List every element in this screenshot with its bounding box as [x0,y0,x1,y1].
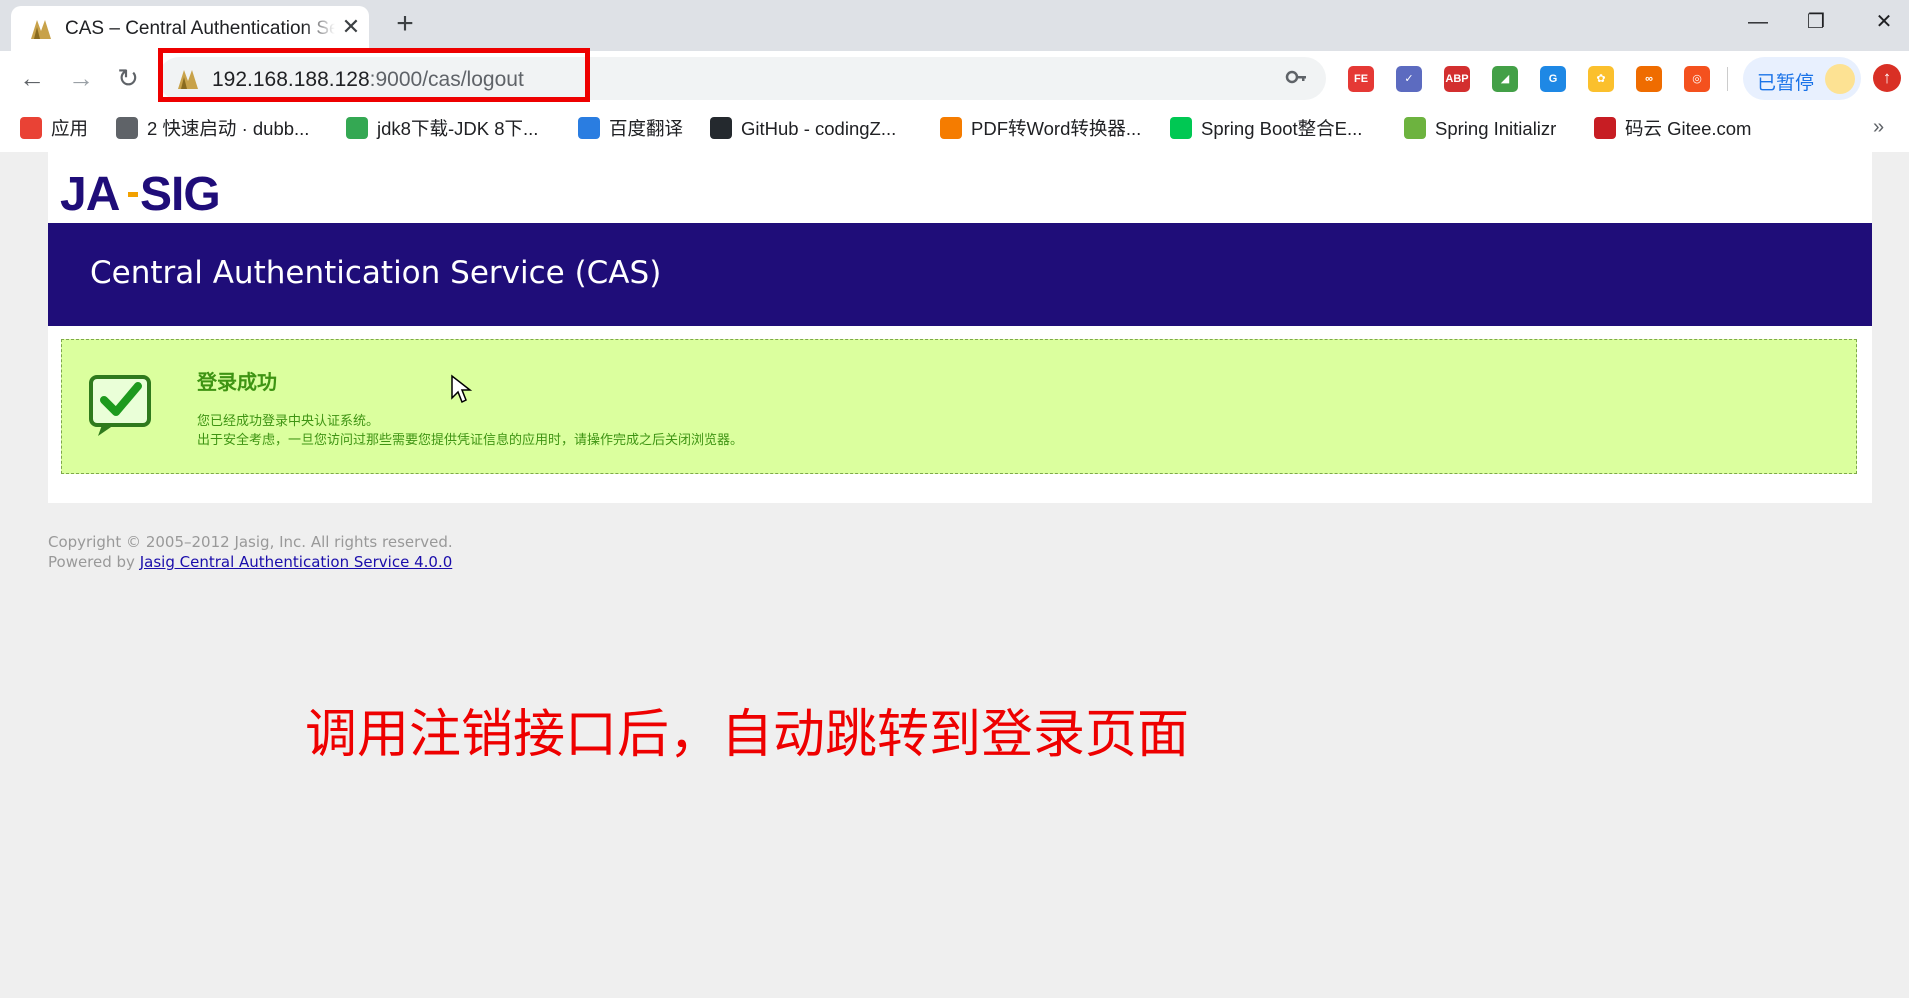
apps-grid-icon [20,117,42,139]
bookmark-item[interactable]: GitHub - codingZ... [710,116,896,142]
page-viewport: JA SIG Central Authentication Service (C… [0,152,1909,998]
bookmark-item[interactable]: 2 快速启动 · dubb... [116,116,309,142]
browser-tab[interactable]: CAS – Central Authentication Service ✕ [11,6,369,51]
tab-close-icon[interactable]: ✕ [338,14,364,40]
update-menu-icon[interactable]: ↑ [1873,64,1901,92]
cas-banner: Central Authentication Service (CAS) [48,223,1872,326]
page-footer: Copyright © 2005–2012 Jasig, Inc. All ri… [48,532,453,572]
bookmark-item[interactable]: Spring Boot整合E... [1170,116,1362,142]
bookmarks-bar: 应用 2 快速启动 · dubb... jdk8下载-JDK 8下... 百度翻译 Gi… [0,106,1909,152]
github-icon [710,117,732,139]
bookmark-item[interactable]: Spring Initializr [1404,116,1556,142]
bookmark-item[interactable]: PDF转Word转换器... [940,116,1141,142]
bookmarks-overflow-icon[interactable]: » [1873,116,1884,139]
minimize-button[interactable]: — [1738,6,1778,38]
bookmark-label: 百度翻译 [609,118,684,139]
translate-bookmark-icon [578,117,600,139]
photos-icon[interactable]: ✿ [1588,66,1614,92]
reload-button[interactable]: ↻ [112,63,144,95]
success-title: 登录成功 [197,372,277,394]
bookmark-label: Spring Initializr [1435,118,1557,139]
profile-paused-label: 已暂停 [1757,73,1815,94]
url-highlight-box [158,48,590,102]
cas-content-card: JA SIG Central Authentication Service (C… [48,152,1872,503]
tab-strip: CAS – Central Authentication Service ✕ +… [0,0,1909,51]
pdf-plus-icon [940,117,962,139]
bookmark-label: Spring Boot整合E... [1201,118,1363,139]
bookmark-label: 2 快速启动 · dubb... [147,118,310,139]
gitee-icon [1594,117,1616,139]
success-message-box: 登录成功 您已经成功登录中央认证系统。 出于安全考虑，一旦您访问过那些需要您提供… [61,339,1857,474]
bookmark-label: PDF转Word转换器... [971,118,1142,139]
new-tab-button[interactable]: + [390,9,420,40]
copyright-text: Copyright © 2005–2012 Jasig, Inc. All ri… [48,533,453,551]
annotation-caption: 调用注销接口后，自动跳转到登录页面 [305,705,1190,765]
key-icon[interactable] [1284,65,1308,89]
tab-title: CAS – Central Authentication Service [65,18,335,39]
toolbar-divider [1727,67,1728,91]
translate-icon[interactable]: G [1540,66,1566,92]
cas-version-link[interactable]: Jasig Central Authentication Service 4.0… [140,553,453,571]
success-message-line-2: 出于安全考虑，一旦您访问过那些需要您提供凭证信息的应用时，请操作完成之后关闭浏览… [197,432,744,447]
lifebuoy-icon[interactable]: ◎ [1684,66,1710,92]
bookmark-item[interactable]: 码云 Gitee.com [1594,116,1751,142]
bookmark-item[interactable]: jdk8下载-JDK 8下... [346,116,538,142]
powered-by-line: Powered by Jasig Central Authentication … [48,552,453,572]
bookmark-label: jdk8下载-JDK 8下... [377,118,539,139]
check-circle-icon[interactable]: ✓ [1396,66,1422,92]
mouse-cursor-icon [451,374,473,404]
powered-by-label: Powered by [48,553,135,571]
page-title: Central Authentication Service (CAS) [90,255,662,291]
window-close-button[interactable]: ✕ [1864,6,1904,38]
cas-favicon-icon [31,20,51,39]
profile-paused-button[interactable]: 已暂停 [1743,57,1861,100]
bookmark-label: 应用 [51,118,89,139]
restore-button[interactable]: ❐ [1796,6,1836,38]
success-check-icon [89,375,151,436]
svg-text:SIG: SIG [140,168,220,216]
iqiyi-icon [1170,117,1192,139]
success-message-line-1: 您已经成功登录中央认证系统。 [197,413,380,428]
bookmark-item[interactable]: 百度翻译 [578,116,683,142]
back-button[interactable]: ← [16,63,48,95]
bookmark-label: GitHub - codingZ... [741,118,897,139]
bookmark-label: 码云 Gitee.com [1625,118,1752,139]
color-picker-icon[interactable]: ◢ [1492,66,1518,92]
bookmark-item[interactable]: 应用 [20,116,88,142]
svg-text:JA: JA [60,168,120,216]
infinity-icon[interactable]: ∞ [1636,66,1662,92]
avatar [1825,64,1855,94]
book-icon [116,117,138,139]
fe-helper-icon[interactable]: FE [1348,66,1374,92]
forward-button[interactable]: → [65,63,97,95]
jasig-logo: JA SIG [60,168,221,216]
adblock-icon[interactable]: ABP [1444,66,1470,92]
spring-icon [1404,117,1426,139]
green-g-icon [346,117,368,139]
